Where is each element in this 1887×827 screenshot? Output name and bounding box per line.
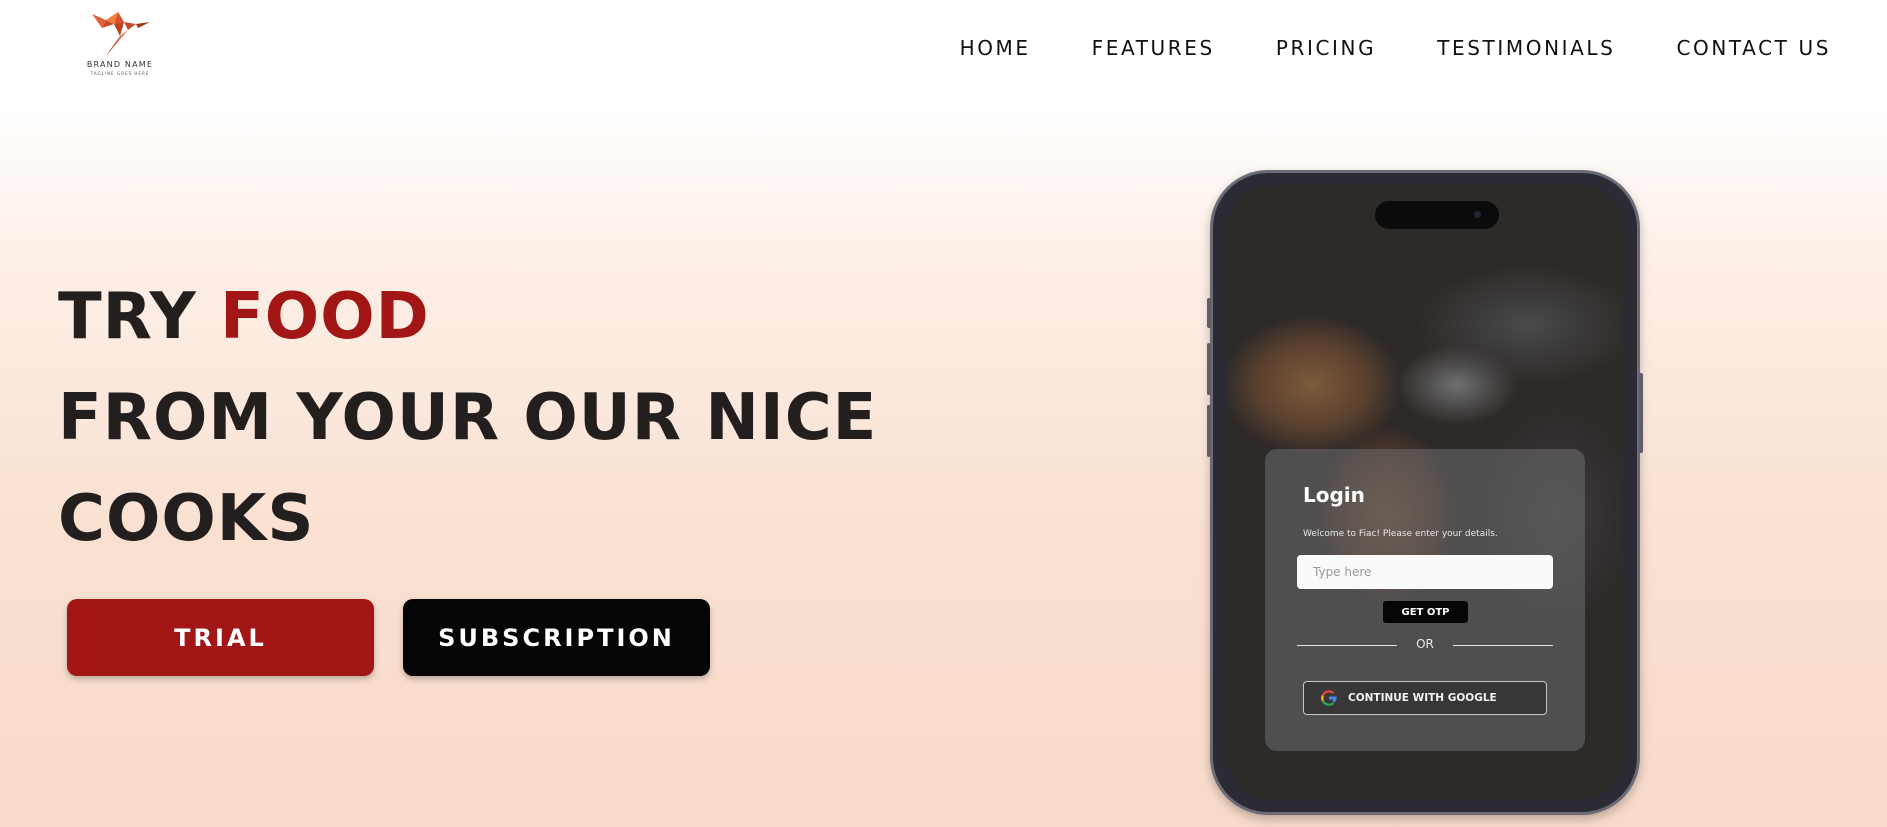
phone-volume-up-button bbox=[1207, 343, 1211, 395]
hero-headline-line-1: TRY FOOD bbox=[58, 280, 430, 354]
brand-tagline: TAGLINE GOES HERE bbox=[90, 71, 150, 76]
phone-volume-down-button bbox=[1207, 405, 1211, 457]
login-title: Login bbox=[1303, 483, 1365, 507]
login-subtitle: Welcome to Fiac! Please enter your detai… bbox=[1303, 529, 1498, 539]
get-otp-button[interactable]: GET OTP bbox=[1383, 601, 1468, 623]
google-icon bbox=[1321, 690, 1337, 706]
phone-mockup: Login Welcome to Fiac! Please enter your… bbox=[1207, 170, 1643, 815]
login-card: Login Welcome to Fiac! Please enter your… bbox=[1265, 449, 1585, 751]
brand-name: BRAND NAME bbox=[86, 60, 154, 69]
hummingbird-icon bbox=[92, 12, 150, 56]
site-header: BRAND NAME TAGLINE GOES HERE HOME FEATUR… bbox=[0, 0, 1887, 96]
subscription-button[interactable]: SUBSCRIPTION bbox=[403, 599, 710, 676]
trial-button[interactable]: TRIAL bbox=[67, 599, 374, 676]
nav-contact-us[interactable]: CONTACT US bbox=[1676, 36, 1831, 60]
google-button-label: CONTINUE WITH GOOGLE bbox=[1348, 692, 1497, 704]
or-divider: OR bbox=[1297, 637, 1553, 653]
hero-headline-line-3: COOKS bbox=[58, 482, 315, 556]
phone-side-button bbox=[1207, 298, 1211, 328]
hero-headline-accent: FOOD bbox=[220, 280, 430, 354]
dynamic-island bbox=[1375, 201, 1499, 229]
divider-line-right bbox=[1453, 645, 1553, 646]
nav-home[interactable]: HOME bbox=[960, 36, 1031, 60]
phone-power-button bbox=[1639, 373, 1643, 453]
login-input[interactable] bbox=[1297, 555, 1553, 589]
camera-dot bbox=[1474, 211, 1481, 218]
hero-headline-line-2: FROM YOUR OUR NICE bbox=[58, 381, 878, 455]
or-label: OR bbox=[1416, 637, 1434, 651]
nav-testimonials[interactable]: TESTIMONIALS bbox=[1437, 36, 1615, 60]
continue-with-google-button[interactable]: CONTINUE WITH GOOGLE bbox=[1303, 681, 1547, 715]
phone-screen: Login Welcome to Fiac! Please enter your… bbox=[1227, 185, 1623, 800]
hero-headline-prefix: TRY bbox=[58, 280, 221, 354]
nav-features[interactable]: FEATURES bbox=[1092, 36, 1215, 60]
main-nav: HOME FEATURES PRICING TESTIMONIALS CONTA… bbox=[960, 36, 1831, 60]
nav-pricing[interactable]: PRICING bbox=[1276, 36, 1376, 60]
brand-logo[interactable]: BRAND NAME TAGLINE GOES HERE bbox=[80, 10, 160, 80]
